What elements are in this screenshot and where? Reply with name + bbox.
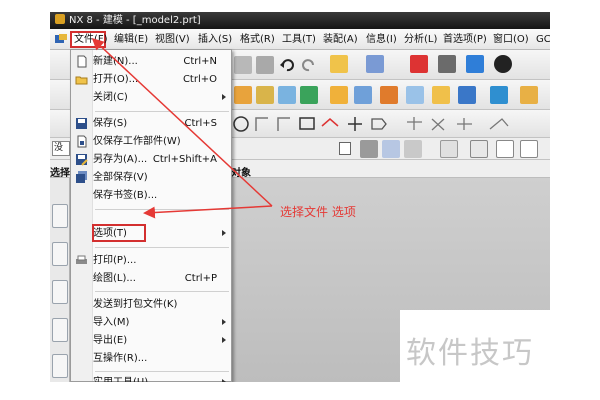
submenu-arrow-icon — [222, 319, 226, 325]
nx-logo-icon — [55, 14, 65, 24]
selection-label: 选择 — [50, 168, 70, 179]
menu-window[interactable]: 窗口(O) — [491, 32, 531, 48]
file-menu-dropdown: 新建(N)... Ctrl+N 打开(O)... Ctrl+O 关闭(C) 保存… — [70, 49, 232, 382]
feature-icon-8[interactable] — [406, 86, 424, 104]
menu-assembly[interactable]: 装配(A) — [321, 32, 360, 48]
save-work-part-icon — [77, 135, 87, 148]
menu-insert[interactable]: 插入(S) — [196, 32, 234, 48]
menu-separator — [95, 247, 229, 248]
menu-info[interactable]: 信息(I) — [364, 32, 399, 48]
menu-gc[interactable]: GC — [534, 32, 550, 48]
file-menu-utilities[interactable]: 实用工具(U) — [71, 374, 231, 382]
snap-icon[interactable] — [410, 55, 428, 73]
menu-analysis[interactable]: 分析(L) — [402, 32, 439, 48]
assembly-navigator-icon[interactable] — [52, 242, 68, 266]
feature-icon-1[interactable] — [234, 86, 252, 104]
sketch-curve-icons[interactable] — [232, 114, 532, 134]
title-bar: NX 8 - 建模 - [_model2.prt] — [50, 12, 550, 29]
feature-icon-9[interactable] — [432, 86, 450, 104]
history-icon[interactable] — [52, 318, 68, 342]
folder-icon[interactable] — [330, 55, 348, 73]
select-icon-4[interactable] — [440, 140, 458, 158]
toolbar-delete-icon[interactable] — [256, 56, 274, 74]
submenu-arrow-icon — [222, 337, 226, 343]
feature-icon-4[interactable] — [300, 86, 318, 104]
undo-icon[interactable] — [278, 56, 296, 74]
resource-bar — [50, 178, 70, 382]
file-menu-pack[interactable]: 发送到打包文件(K) — [71, 296, 231, 313]
feature-icon-11[interactable] — [490, 86, 508, 104]
file-menu-plot[interactable]: 绘图(L)... Ctrl+P — [71, 270, 231, 287]
feature-icon-12[interactable] — [520, 86, 538, 104]
submenu-arrow-icon — [222, 230, 226, 236]
menu-view[interactable]: 视图(V) — [153, 32, 192, 48]
file-menu-interop[interactable]: 互操作(R)... — [71, 350, 231, 367]
file-menu-open[interactable]: 打开(O)... Ctrl+O — [71, 71, 231, 88]
cube-icon[interactable] — [466, 55, 484, 73]
type-filter-arrow-icon[interactable] — [339, 142, 351, 155]
file-menu-save-all[interactable]: 全部保存(V) — [71, 169, 231, 186]
feature-icon-10[interactable] — [458, 86, 476, 104]
file-menu-save-as[interactable]: 另存为(A)... Ctrl+Shift+A — [71, 151, 231, 168]
feature-icon-5[interactable] — [330, 86, 348, 104]
file-menu-export[interactable]: 导出(E) — [71, 332, 231, 349]
submenu-arrow-icon — [222, 94, 226, 100]
print-icon — [76, 255, 87, 264]
options-highlight-box — [92, 224, 146, 242]
menu-format[interactable]: 格式(R) — [238, 32, 277, 48]
file-menu-import[interactable]: 导入(M) — [71, 314, 231, 331]
feature-icon-7[interactable] — [380, 86, 398, 104]
window-title: NX 8 - 建模 - [_model2.prt] — [69, 15, 201, 26]
menu-separator — [95, 111, 229, 112]
save-as-icon — [76, 154, 88, 166]
info-icon[interactable] — [52, 354, 68, 378]
feature-icon-3[interactable] — [278, 86, 296, 104]
app-logo-icon — [55, 34, 67, 43]
open-folder-icon — [75, 76, 88, 85]
select-icon-2[interactable] — [382, 140, 400, 158]
file-menu-save-work-part[interactable]: 仅保存工作部件(W) — [71, 133, 231, 150]
annotation-text: 选择文件 选项 — [280, 205, 356, 219]
toolbar-paste-icon[interactable] — [234, 56, 252, 74]
render-icon[interactable] — [494, 55, 512, 73]
view-icon[interactable] — [438, 55, 456, 73]
file-menu-save[interactable]: 保存(S) Ctrl+S — [71, 115, 231, 132]
file-menu-close[interactable]: 关闭(C) — [71, 89, 231, 106]
tools-icon[interactable] — [366, 55, 384, 73]
new-file-icon — [77, 55, 87, 68]
menu-file[interactable]: 文件(F) — [70, 31, 108, 48]
submenu-arrow-icon — [222, 379, 226, 382]
file-menu-print[interactable]: 打印(P)... — [71, 252, 231, 269]
line-icon[interactable] — [496, 140, 514, 158]
selection-filter-dropdown[interactable]: 没 — [52, 141, 70, 156]
angle-icon[interactable] — [520, 140, 538, 158]
menu-tools[interactable]: 工具(T) — [280, 32, 318, 48]
file-menu-new[interactable]: 新建(N)... Ctrl+N — [71, 53, 231, 70]
file-menu-save-bookmark[interactable]: 保存书签(B)... — [71, 187, 231, 204]
watermark: 软件技巧 — [400, 310, 600, 400]
object-label: 对象 — [231, 168, 251, 179]
menu-separator — [95, 291, 229, 292]
menu-edit[interactable]: 编辑(E) — [112, 32, 150, 48]
watermark-text: 软件技巧 — [406, 336, 534, 371]
part-navigator-icon[interactable] — [52, 204, 68, 228]
select-icon-3[interactable] — [404, 140, 422, 158]
feature-icon-2[interactable] — [256, 86, 274, 104]
menu-bar: 文件(F) 编辑(E) 视图(V) 插入(S) 格式(R) 工具(T) 装配(A… — [50, 29, 550, 50]
save-icon — [76, 118, 87, 129]
feature-icon-6[interactable] — [354, 86, 372, 104]
select-icon-1[interactable] — [360, 140, 378, 158]
menu-separator — [95, 209, 229, 210]
save-all-icon — [76, 171, 87, 183]
menu-preferences[interactable]: 首选项(P) — [441, 32, 489, 48]
redo-icon[interactable] — [300, 56, 318, 74]
menu-separator — [95, 371, 229, 372]
snap-point-icon[interactable] — [470, 140, 488, 158]
constraint-navigator-icon[interactable] — [52, 280, 68, 304]
